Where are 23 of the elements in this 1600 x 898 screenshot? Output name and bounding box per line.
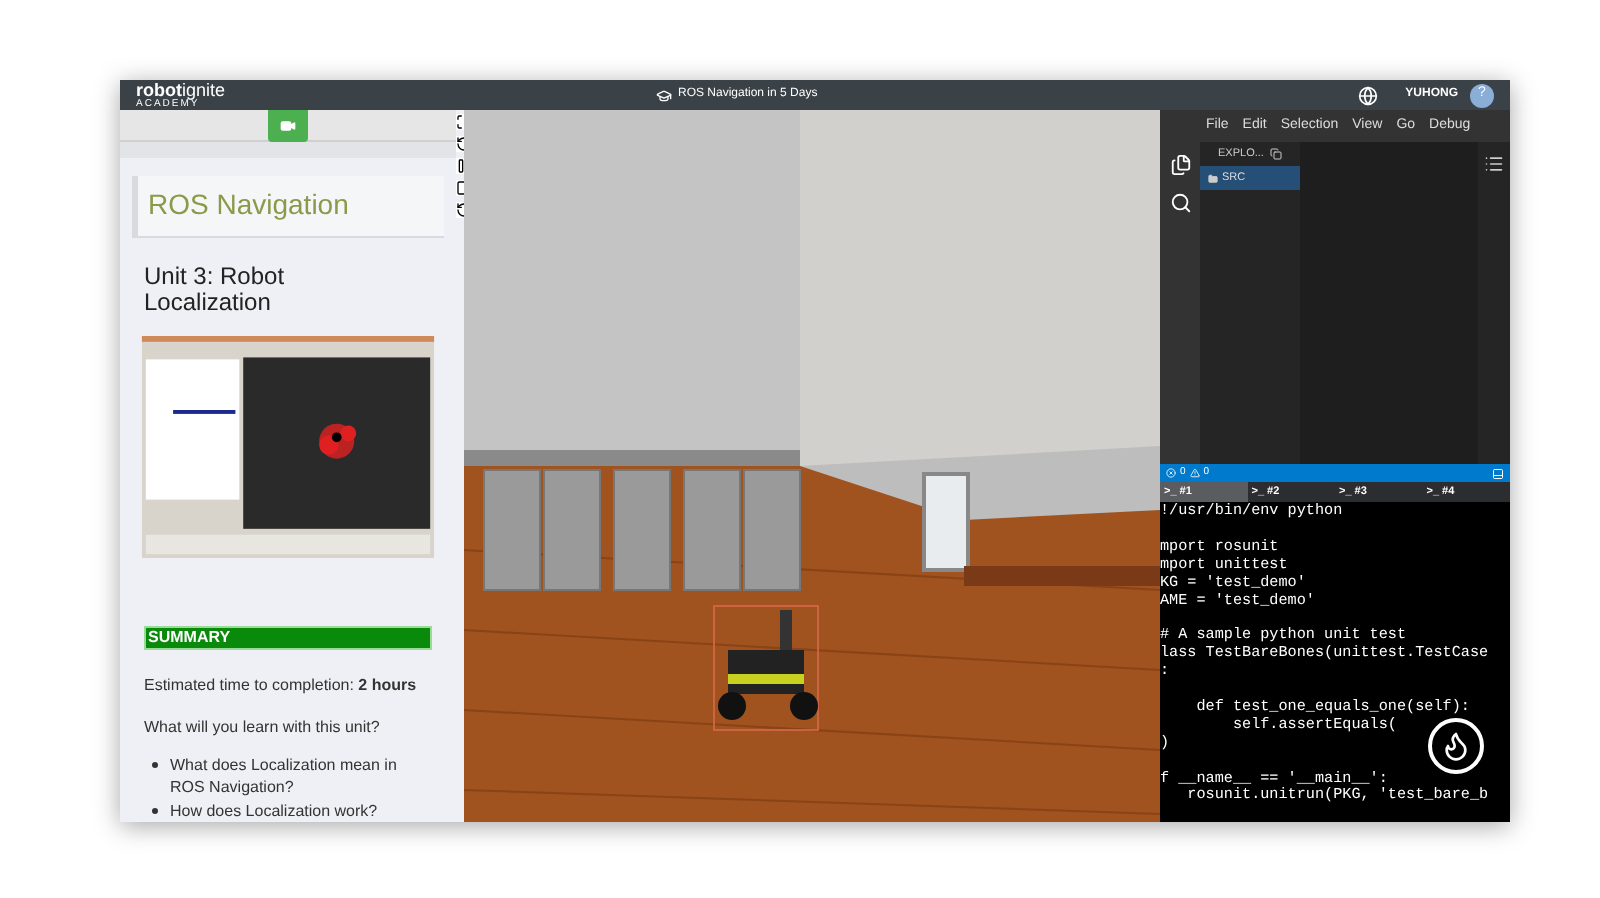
fire-logo-icon [1428, 718, 1484, 774]
search-icon[interactable] [1169, 192, 1191, 214]
course-heading: ROS Navigation [148, 186, 349, 225]
camera-button[interactable] [268, 110, 308, 142]
folder-icon [1208, 173, 1218, 183]
error-icon [1166, 468, 1176, 478]
question-text: What will you learn with this unit? [144, 716, 382, 740]
bullet-icon [152, 762, 158, 768]
list-icon[interactable] [1484, 154, 1504, 174]
warning-icon [1189, 468, 1200, 478]
globe-icon[interactable] [1357, 85, 1378, 105]
summary-heading: SUMMARY [144, 626, 432, 650]
estimate-text: Estimated time to completion: 2 hours [144, 674, 419, 698]
files-icon[interactable] [1169, 154, 1191, 176]
graduation-cap-icon [656, 87, 672, 103]
bullet-text: What does Localization mean in ROS Navigation? [170, 754, 399, 798]
unit-title: Unit 3: Robot Localization [144, 263, 287, 316]
copy-icon[interactable] [1269, 148, 1282, 160]
panel-icon[interactable] [1492, 467, 1504, 479]
logo-text: robotignite [136, 81, 228, 99]
bullet-text: How does Localization work? [170, 800, 380, 822]
camera-icon [280, 118, 296, 134]
bullet-icon [152, 808, 158, 814]
